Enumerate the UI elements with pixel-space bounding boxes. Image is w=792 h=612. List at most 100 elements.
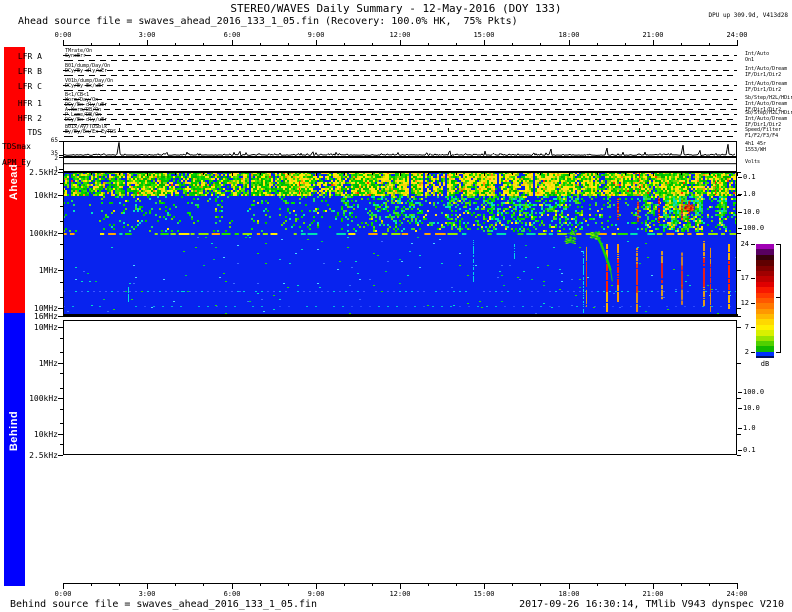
hk-status-line [63, 60, 737, 61]
freq-axis-tick [58, 172, 63, 173]
hk-row-label-lfr-c: LFR C [17, 82, 42, 91]
behind-spectrogram-panel [63, 320, 737, 455]
time-axis-tick [119, 584, 120, 586]
time-axis-tick [709, 43, 710, 45]
colorbar-tick-label: 2 [744, 348, 749, 356]
time-axis-tick [625, 43, 626, 45]
r-axis-label: 10.0 [743, 404, 760, 412]
freq-axis-minor-tick [60, 183, 63, 184]
freq-axis-label: 2.5kHz [29, 451, 58, 460]
spectrogram-hour-tick [63, 173, 64, 176]
time-axis-tick [316, 584, 317, 589]
freq-axis-tick [58, 270, 63, 271]
r-axis-label: 0.1 [743, 173, 756, 181]
time-axis-tick [681, 584, 682, 586]
hk-row-label-lfr-a: LFR A [17, 52, 42, 61]
panel-ytick [59, 169, 63, 170]
apm-trace-canvas [64, 158, 736, 171]
colorbar-tick [751, 327, 755, 328]
colorbar-tick [751, 244, 755, 245]
r-axis-tick [738, 392, 742, 393]
time-axis-label: 21:00 [642, 31, 664, 39]
spectrogram-hour-tick [709, 173, 710, 175]
spectrogram-hour-tick [597, 173, 598, 175]
time-axis-tick [512, 43, 513, 45]
spectrogram-hour-tick [147, 173, 148, 176]
time-axis-tick [428, 584, 429, 586]
freq-axis-minor-tick [60, 409, 63, 410]
spectrogram-hour-tick [484, 173, 485, 176]
source-file-line: Ahead source file = swaves_ahead_2016_13… [18, 16, 518, 27]
colorbar [756, 244, 774, 358]
footer-timestamp: 2017-09-26 16:30:14, TMlib V943 dynspec … [519, 599, 784, 610]
behind-sidebar-label: Behind [8, 410, 20, 452]
ahead-spectrogram-frame [63, 172, 737, 316]
time-axis-label: 3:00 [138, 31, 156, 39]
time-axis-tick [737, 584, 738, 589]
freq-axis-label: 10kHz [33, 430, 58, 439]
ahead-spectrogram-bottom-edge [63, 314, 738, 317]
freq-axis-tick [737, 172, 741, 173]
time-axis-label: 18:00 [558, 590, 580, 598]
r-axis-tick [738, 212, 742, 213]
time-axis-tick [91, 43, 92, 45]
spectrogram-hour-tick [653, 173, 654, 176]
colorbar-tick-label: 12 [740, 299, 749, 307]
time-axis-tick [681, 43, 682, 45]
colorbar-bracket [780, 244, 781, 353]
r-axis-tick [738, 428, 742, 429]
time-axis-tick [653, 40, 654, 45]
colorbar-bracket-tick [776, 352, 781, 353]
freq-axis-minor-tick [60, 259, 63, 260]
colorbar-tick-label: 7 [744, 323, 749, 331]
freq-axis-minor-tick [60, 282, 63, 283]
time-axis-label: 0:00 [54, 590, 72, 598]
freq-axis-tick [737, 270, 741, 271]
freq-axis-label: 1MHz [38, 359, 58, 368]
freq-axis-label: 2.5kHz [29, 168, 58, 177]
tds-event-mark [639, 128, 640, 132]
r-axis-label: 100.0 [743, 388, 765, 396]
freq-axis-minor-tick [60, 338, 63, 339]
colorbar-tick-label: 17 [740, 274, 749, 282]
hk-mode-text-left: B<1/CB<1 Worm/Day/On DCy/Ex-dly/uEr [65, 92, 108, 108]
time-axis-tick [428, 43, 429, 45]
time-axis-label: 21:00 [642, 590, 664, 598]
freq-axis-tick [737, 363, 741, 364]
freq-axis-label: 100kHz [29, 229, 58, 238]
freq-axis-minor-tick [60, 423, 63, 424]
time-axis-tick [569, 584, 570, 589]
freq-axis-tick [58, 316, 63, 317]
time-axis-tick [260, 584, 261, 586]
time-axis-tick [203, 584, 204, 586]
tdsmax-trace-canvas [64, 142, 736, 156]
hk-status-line [63, 104, 737, 105]
time-axis-label: 15:00 [473, 31, 495, 39]
time-axis-label: 3:00 [138, 590, 156, 598]
time-axis-tick [400, 40, 401, 45]
time-axis-tick [260, 43, 261, 45]
panel-ytick [59, 157, 63, 158]
colorbar-tick-label: 24 [740, 240, 749, 248]
freq-axis-tick [737, 434, 741, 435]
time-axis-tick [119, 43, 120, 45]
tds-event-mark [448, 128, 449, 132]
colorbar-tail-segment [756, 355, 774, 358]
time-axis-label: 0:00 [54, 31, 72, 39]
freq-axis-minor-tick [60, 244, 63, 245]
freq-axis-minor-tick [60, 206, 63, 207]
spectrogram-hour-tick [372, 173, 373, 175]
time-axis-tick [709, 584, 710, 586]
time-axis-tick [456, 584, 457, 586]
time-axis-label: 9:00 [307, 590, 325, 598]
panel-ytick [59, 155, 63, 156]
r-axis-label: 1.0 [743, 190, 756, 198]
time-axis-tick [540, 584, 541, 586]
freq-axis-label: 1MHz [38, 266, 58, 275]
freq-axis-tick [737, 308, 741, 309]
spectrogram-hour-tick [232, 173, 233, 176]
r-axis-tick [738, 450, 742, 451]
time-axis-tick [372, 43, 373, 45]
freq-axis-label: 10MHz [33, 323, 58, 332]
hk-row-label-hfr-2: HFR 2 [17, 114, 42, 123]
